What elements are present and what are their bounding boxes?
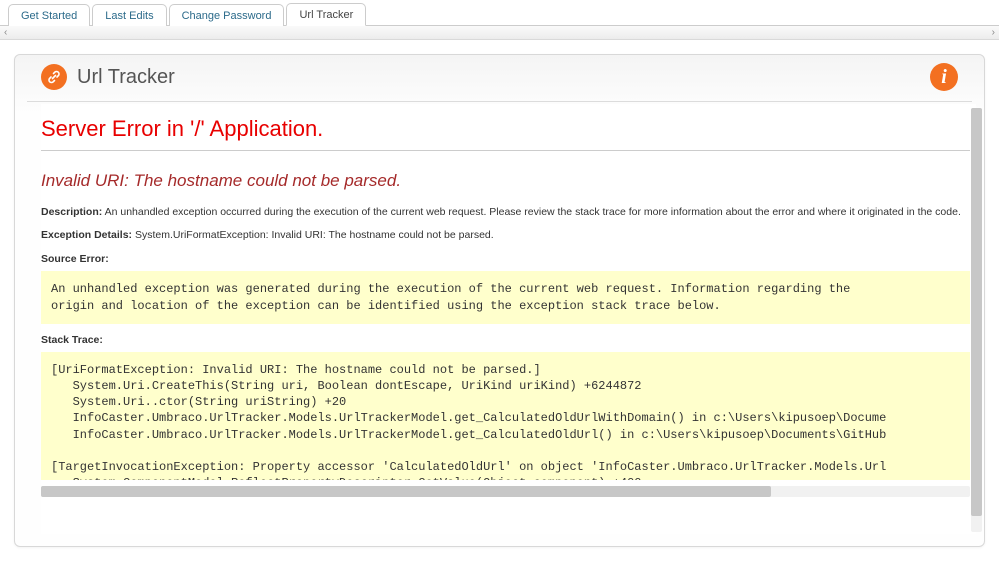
panel-header: Url Tracker i <box>27 55 972 102</box>
description-label: Description: <box>41 206 102 218</box>
horizontal-scrollbar-thumb[interactable] <box>41 486 771 497</box>
exception-details-label: Exception Details: <box>41 229 132 241</box>
exception-details-paragraph: Exception Details: System.UriFormatExcep… <box>41 228 970 243</box>
error-message-heading: Invalid URI: The hostname could not be p… <box>41 171 970 191</box>
tab-scroll-strip: ‹ › <box>0 26 999 40</box>
link-icon <box>41 64 67 90</box>
horizontal-scrollbar[interactable] <box>41 486 970 497</box>
info-icon[interactable]: i <box>930 63 958 91</box>
tab-scroll-right-icon[interactable]: › <box>992 27 995 38</box>
error-page: Server Error in '/' Application. Invalid… <box>41 104 976 534</box>
panel-title: Url Tracker <box>77 66 930 89</box>
stack-trace-label: Stack Trace: <box>41 334 970 346</box>
description-text: An unhandled exception occurred during t… <box>105 206 961 218</box>
tab-get-started[interactable]: Get Started <box>8 4 90 26</box>
source-error-box: An unhandled exception was generated dur… <box>41 271 970 323</box>
tab-scroll-left-icon[interactable]: ‹ <box>4 27 7 38</box>
tabs-bar: Get Started Last Edits Change Password U… <box>0 0 999 26</box>
tab-url-tracker[interactable]: Url Tracker <box>286 3 366 26</box>
vertical-scrollbar-thumb[interactable] <box>971 108 982 516</box>
panel-body: Server Error in '/' Application. Invalid… <box>15 102 984 546</box>
description-paragraph: Description: An unhandled exception occu… <box>41 205 970 220</box>
tab-last-edits[interactable]: Last Edits <box>92 4 166 26</box>
exception-details-text: System.UriFormatException: Invalid URI: … <box>135 229 494 241</box>
tab-change-password[interactable]: Change Password <box>169 4 285 26</box>
source-error-label: Source Error: <box>41 253 970 265</box>
vertical-scrollbar[interactable] <box>971 108 982 532</box>
stack-trace-box: [UriFormatException: Invalid URI: The ho… <box>41 352 970 480</box>
server-error-heading: Server Error in '/' Application. <box>41 116 970 151</box>
url-tracker-panel: Url Tracker i Server Error in '/' Applic… <box>14 54 985 547</box>
